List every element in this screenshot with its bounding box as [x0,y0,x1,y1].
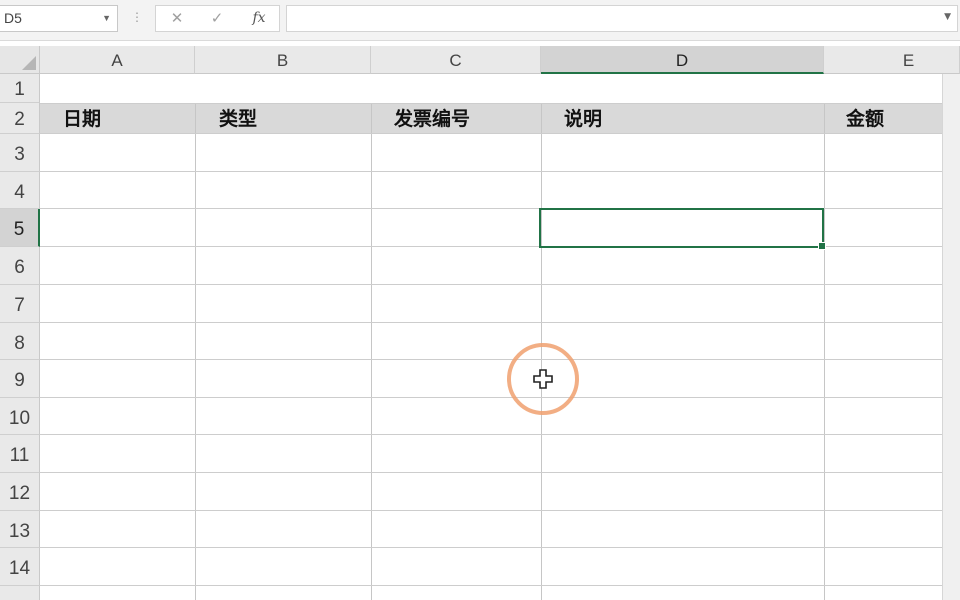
select-all-triangle-icon [22,56,36,70]
grid-row-line [40,547,942,548]
enter-icon[interactable]: ✓ [202,6,232,31]
insert-function-icon[interactable]: fx [244,6,274,31]
grid-row-line [40,133,942,134]
name-box[interactable]: D5 ▼ [0,5,118,32]
formula-buttons: ✕ ✓ fx [155,5,280,32]
cell-select-cursor-icon [533,369,553,389]
grid-row-line [40,585,942,586]
row-header-3[interactable]: 3 [0,134,40,172]
row-header-15[interactable] [0,586,40,600]
header-row-fill [40,103,942,133]
row-header-5[interactable]: 5 [0,209,40,247]
grid-row-line [40,322,942,323]
cell-d2-description-header[interactable]: 说明 [564,103,602,133]
column-header-e[interactable]: E [824,46,960,74]
cell-e2-amount-header[interactable]: 金额 [846,103,884,133]
grid-row-line [40,472,942,473]
row-header-14[interactable]: 14 [0,548,40,586]
grip-icon[interactable]: ⋮ [131,9,143,25]
grid-row-line [40,434,942,435]
cell-b2-type-header[interactable]: 类型 [219,103,257,133]
row-header-7[interactable]: 7 [0,285,40,323]
column-header-c[interactable]: C [371,46,541,74]
column-header-a[interactable]: A [40,46,195,74]
row-header-11[interactable]: 11 [0,435,40,473]
formula-input[interactable]: ▼ [286,5,958,32]
row-header-9[interactable]: 9 [0,360,40,398]
grid-line-e [824,103,825,600]
grid-row-line [40,359,942,360]
formula-bar: D5 ▼ ⋮ ✕ ✓ fx ▼ [0,0,960,41]
grid-row-line [40,397,942,398]
column-header-d[interactable]: D [541,46,824,74]
grid-line-c [371,103,372,600]
name-box-value: D5 [4,10,22,26]
row-header-12[interactable]: 12 [0,473,40,511]
fill-handle[interactable] [818,242,826,250]
row-header-6[interactable]: 6 [0,247,40,285]
grid-row-line [40,284,942,285]
column-header-b[interactable]: B [195,46,371,74]
cell-c2-invoice-number-header[interactable]: 发票编号 [394,103,470,133]
vertical-scrollbar[interactable] [942,74,960,600]
cell-a2-date-header[interactable]: 日期 [63,103,101,133]
grid-row-line [40,171,942,172]
select-all-corner[interactable] [0,46,40,74]
row-header-13[interactable]: 13 [0,511,40,548]
cancel-icon[interactable]: ✕ [162,6,192,31]
name-box-dropdown-icon[interactable]: ▼ [102,6,111,31]
grid-row-line [40,510,942,511]
row-header-10[interactable]: 10 [0,398,40,435]
active-cell-d5[interactable] [539,208,826,250]
row-header-4[interactable]: 4 [0,172,40,209]
grid-line-b [195,103,196,600]
row-header-2[interactable]: 2 [0,103,40,134]
row-header-1[interactable]: 1 [0,74,40,103]
grid-row-line [40,103,942,104]
expand-formula-icon[interactable]: ▼ [944,12,951,22]
row-header-8[interactable]: 8 [0,323,40,360]
